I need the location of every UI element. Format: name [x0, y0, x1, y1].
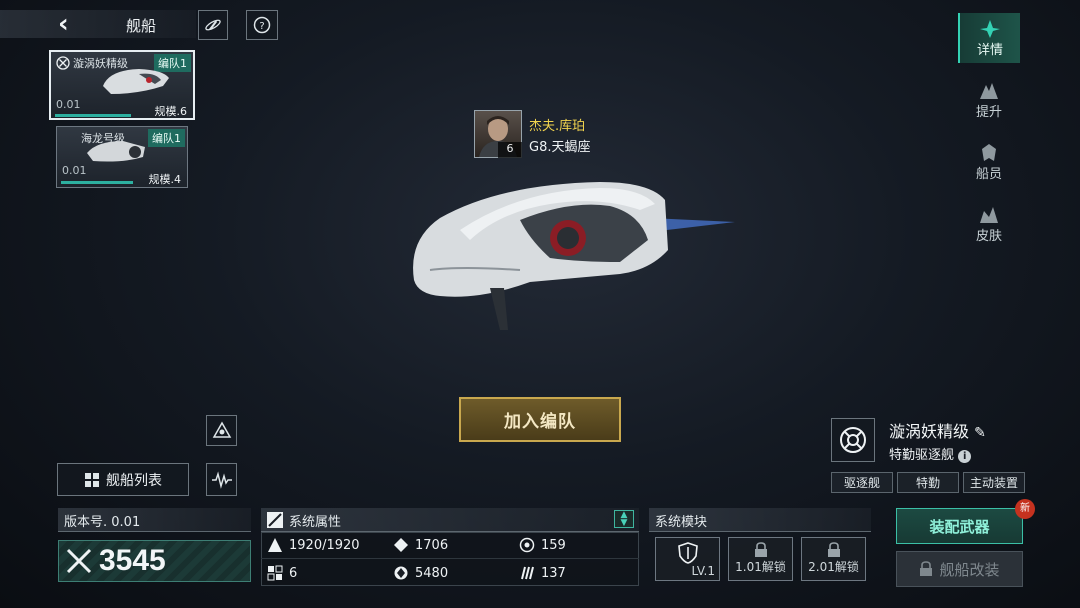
module-label: 2.01解锁 [808, 560, 859, 574]
fleet-card[interactable]: 漩涡妖精级 编队1 0.01 规模.6 [49, 50, 195, 120]
signal-button[interactable] [206, 463, 237, 496]
tab-skin-label: 皮肤 [975, 228, 1002, 244]
ship-type-text: 特勤驱逐舰 [889, 448, 955, 463]
target-icon [394, 566, 408, 580]
destroyer-class-icon [840, 427, 866, 453]
ship-tag: 特勤 [897, 472, 959, 493]
combat-power: 3545 [58, 540, 251, 582]
ship-refit-label: 舰船改装 [939, 560, 1000, 579]
ship-name: 漩涡妖精级 ✎ [889, 418, 986, 442]
back-arrow-icon[interactable]: ‹ [58, 11, 82, 38]
module-slot-locked[interactable]: 2.01解锁 [801, 537, 866, 581]
detail-icon [980, 19, 1000, 38]
captain-rank: G8.天蝎座 [529, 140, 591, 155]
attribute-value: 137 [541, 565, 566, 581]
tab-crew[interactable]: 船员 [958, 137, 1020, 187]
version-label: 版本号. 0.01 [58, 508, 251, 532]
module-label: 1.01解锁 [735, 560, 786, 574]
divider [261, 558, 639, 559]
ship-model [413, 182, 735, 330]
shield-icon [519, 537, 535, 553]
captain-level: 6 [498, 142, 522, 158]
fleet-card-version: 0.01 [56, 98, 81, 111]
upgrade-icon [980, 82, 998, 99]
ship-list-button[interactable]: 舰船列表 [57, 463, 189, 496]
skin-icon [980, 206, 998, 223]
speed-icon [521, 566, 534, 580]
attribute-value: 159 [541, 537, 566, 553]
grid-icon [267, 565, 283, 581]
crossed-swords-icon [66, 548, 92, 574]
module-slot[interactable]: LV.1 [655, 537, 720, 581]
tab-crew-label: 船员 [975, 166, 1002, 182]
grid-list-icon [85, 472, 99, 487]
attributes-header: 系统属性 [261, 508, 639, 532]
formation-icon [212, 420, 231, 438]
attributes-icon [267, 512, 283, 528]
ship-class-badge [831, 418, 875, 462]
ship-refit-button[interactable]: 舰船改装 [896, 551, 1023, 587]
attribute-target: 5480 [393, 560, 448, 586]
ship-tag: 驱逐舰 [831, 472, 893, 493]
hull-icon [268, 538, 282, 552]
fleet-card[interactable]: 海龙号级 编队1 0.01 规模.4 [56, 126, 188, 188]
lock-icon [920, 561, 933, 576]
shield-badge-icon [677, 542, 698, 564]
combat-power-value: 3545 [99, 544, 166, 577]
attributes-title: 系统属性 [289, 515, 342, 530]
new-badge: 新 [1015, 499, 1035, 519]
fleet-card-version: 0.01 [62, 164, 87, 177]
equip-weapon-button[interactable]: 装配武器 [896, 508, 1023, 544]
join-fleet-button[interactable]: 加入编队 [459, 397, 621, 442]
attribute-value: 1706 [415, 537, 449, 553]
attribute-value: 5480 [415, 565, 449, 581]
tab-detail[interactable]: 详情 [958, 13, 1020, 63]
captain-name: 杰夫.库珀 [529, 119, 586, 134]
help-button[interactable]: ? [246, 10, 278, 40]
ship-name-text: 漩涡妖精级 [889, 422, 970, 441]
module-slot-locked[interactable]: 1.01解锁 [728, 537, 793, 581]
ship-type: 特勤驱逐舰 i [889, 444, 972, 463]
ship-list-label: 舰船列表 [106, 472, 162, 489]
fleet-card-scale: 规模.6 [154, 105, 188, 118]
modules-header: 系统模块 [649, 508, 871, 532]
info-icon[interactable]: i [958, 450, 972, 463]
fleet-card-progress [61, 181, 133, 184]
armor-icon [394, 538, 408, 552]
page-title: 舰船 [126, 17, 157, 35]
ship-thumbnail [87, 141, 145, 162]
help-icon: ? [253, 16, 271, 34]
ship-tag: 主动装置 [963, 472, 1025, 493]
tab-skin[interactable]: 皮肤 [958, 199, 1020, 249]
edit-pencil-icon[interactable]: ✎ [974, 425, 986, 441]
lock-icon [827, 542, 840, 557]
attribute-value: 6 [289, 565, 298, 581]
fleet-card-progress [55, 114, 131, 117]
tab-detail-label: 详情 [976, 42, 1003, 58]
fleet-card-scale: 规模.4 [148, 173, 182, 186]
tab-upgrade-label: 提升 [975, 104, 1002, 120]
top-bar [0, 10, 196, 38]
module-label: LV.1 [691, 564, 715, 578]
lock-icon [754, 542, 767, 557]
formation-button[interactable] [206, 415, 237, 446]
crew-icon [982, 143, 996, 161]
ship-thumbnail [103, 69, 169, 94]
planet-rocket-button[interactable] [198, 10, 228, 40]
svg-text:?: ? [259, 21, 264, 32]
attributes-toggle-button[interactable]: ▲ ▼ [614, 510, 634, 528]
destroyer-class-icon [56, 56, 70, 70]
attribute-grid: 6 [267, 560, 297, 586]
attribute-hull: 1920/1920 [267, 532, 360, 558]
rocket-icon [205, 19, 221, 31]
fleet-badge: 编队1 [148, 129, 185, 147]
attribute-shield: 159 [519, 532, 566, 558]
tab-upgrade[interactable]: 提升 [958, 75, 1020, 125]
waveform-icon [211, 470, 232, 489]
attribute-value: 1920/1920 [289, 537, 360, 553]
attribute-speed: 137 [519, 560, 566, 586]
attribute-armor: 1706 [393, 532, 448, 558]
